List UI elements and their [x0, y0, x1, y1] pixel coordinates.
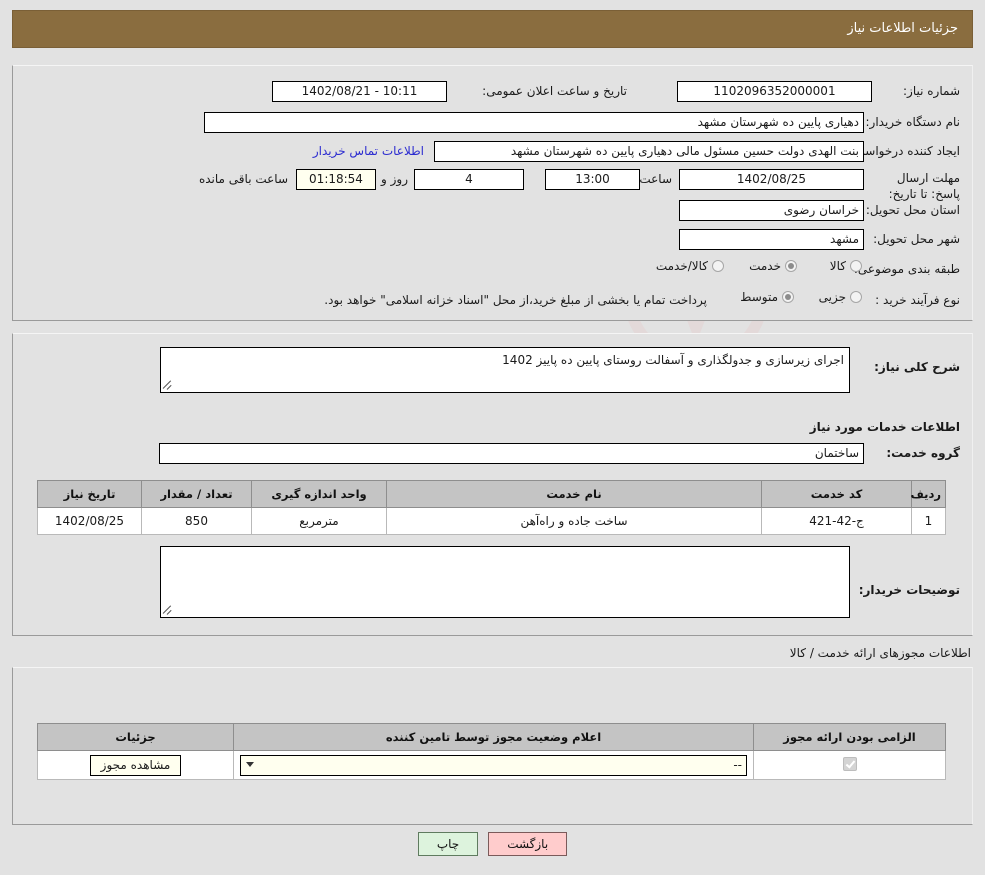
col-name: نام خدمت [386, 480, 762, 508]
cell-date: 1402/08/25 [37, 507, 142, 535]
col-date: تاریخ نیاز [37, 480, 142, 508]
buyer-contact-link[interactable]: اطلاعات تماس خرید‌ار [313, 144, 424, 158]
cell-code: ج-42-421 [761, 507, 912, 535]
creator-value: بنت الهدی دولت حسین مسئول مالی دهیاری پا… [434, 141, 864, 162]
province-label: استان محل تحویل: [865, 203, 960, 217]
cell-name: ساخت جاده و راه‌آهن [386, 507, 762, 535]
permits-section-note: اطلاعات مجوزهای ارائه خدمت / کالا [789, 646, 971, 660]
summary-value: اجرای زیرسازی و جدولگذاری و آسفالت روستا… [502, 353, 844, 367]
print-button[interactable]: چاپ [417, 832, 479, 856]
radio-icon[interactable] [850, 260, 862, 272]
cell-permit-status: -- [233, 750, 754, 780]
buyer-notes-textarea[interactable] [160, 546, 850, 618]
chevron-down-icon [246, 761, 254, 767]
table-row: 1 ج-42-421 ساخت جاده و راه‌آهن مترمربع 8… [37, 507, 946, 535]
deadline-label: مهلت ارسال پاسخ: تا تاریخ: [888, 171, 960, 201]
radio-icon[interactable] [712, 260, 724, 272]
payment-note: پرداخت تمام یا بخشی از مبلغ خرید،از محل … [324, 293, 707, 307]
need-number-value: 1102096352000001 [677, 81, 872, 102]
resize-grip-icon[interactable] [163, 605, 174, 616]
page-header-bar: جزئیات اطلاعات نیاز [12, 10, 973, 48]
services-heading: اطلاعات خدمات مورد نیاز [809, 420, 960, 434]
process-option-jozi[interactable]: جزیی [819, 290, 862, 304]
buyer-org-label: نام دستگاه خریدار: [865, 115, 961, 129]
remaining-days-value: 4 [414, 169, 524, 190]
cell-qty: 850 [141, 507, 252, 535]
city-value: مشهد [679, 229, 864, 250]
col-row: ردیف [910, 480, 946, 508]
category-option-khedmat[interactable]: خدمت [749, 259, 797, 273]
days-and-label: روز و [381, 172, 408, 186]
hour-label: ساعت [639, 172, 672, 186]
creator-label: ایجاد کننده درخواست: [849, 144, 960, 158]
radio-icon[interactable] [850, 291, 862, 303]
table-row: -- مشاهده مجوز [37, 750, 946, 780]
category-option-label: کالا/خدمت [655, 259, 708, 273]
process-option-motavaset[interactable]: متوسط [740, 290, 794, 304]
col-code: کد خدمت [761, 480, 912, 508]
deadline-date-value: 1402/08/25 [679, 169, 864, 190]
col-permit-required: الزامی بودن ارائه مجوز [753, 723, 946, 751]
countdown-timer-value: 01:18:54 [296, 169, 376, 190]
resize-grip-icon[interactable] [163, 380, 174, 391]
page-title: جزئیات اطلاعات نیاز [847, 21, 958, 36]
buyer-notes-label: توضیحات خریدار: [858, 583, 960, 597]
summary-label: شرح کلی نیاز: [874, 360, 960, 374]
deadline-time-value: 13:00 [545, 169, 640, 190]
cell-unit: مترمربع [251, 507, 387, 535]
category-option-kala-khedmat[interactable]: کالا/خدمت [656, 259, 724, 273]
permits-table: الزامی بودن ارائه مجوز اعلام وضعیت مجوز … [37, 723, 946, 780]
view-permit-button[interactable]: مشاهده مجوز [89, 754, 182, 776]
public-announce-value: 1402/08/21 - 10:11 [272, 81, 447, 102]
radio-icon[interactable] [785, 260, 797, 272]
category-option-label: کالا [829, 259, 846, 273]
summary-textarea[interactable]: اجرای زیرسازی و جدولگذاری و آسفالت روستا… [160, 347, 850, 393]
need-info-panel: شماره نیاز: 1102096352000001 تاریخ و ساع… [12, 65, 973, 321]
cell-row: 1 [911, 507, 946, 535]
permit-status-select[interactable]: -- [240, 754, 747, 776]
remaining-hours-label: ساعت باقی مانده [198, 172, 288, 186]
process-option-label: جزیی [818, 290, 846, 304]
back-button[interactable]: بازگشت [488, 832, 568, 856]
col-permit-status: اعلام وضعیت مجوز توسط تامین کننده [233, 723, 754, 751]
province-value: خراسان رضوی [679, 200, 864, 221]
cell-permit-required [753, 750, 946, 780]
need-number-label: شماره نیاز: [903, 84, 960, 98]
permits-panel: الزامی بودن ارائه مجوز اعلام وضعیت مجوز … [12, 667, 973, 825]
process-option-label: متوسط [740, 290, 778, 304]
service-group-label: گروه خدمت: [886, 446, 960, 460]
col-unit: واحد اندازه گیری [251, 480, 387, 508]
permit-status-value: -- [733, 757, 742, 772]
radio-icon[interactable] [782, 291, 794, 303]
service-group-value: ساختمان [159, 443, 864, 464]
permit-required-checkbox-icon [842, 756, 857, 771]
col-permit-details: جزئیات [37, 723, 234, 751]
city-label: شهر محل تحویل: [873, 232, 960, 246]
col-qty: تعداد / مقدار [141, 480, 252, 508]
public-announce-label: تاریخ و ساعت اعلان عمومی: [482, 84, 627, 98]
table-header-row: ردیف کد خدمت نام خدمت واحد اندازه گیری ت… [37, 480, 946, 508]
category-option-label: خدمت [749, 259, 781, 273]
category-option-kala[interactable]: کالا [830, 259, 862, 273]
category-label: طبقه بندی موضوعی: [853, 262, 960, 276]
table-header-row: الزامی بودن ارائه مجوز اعلام وضعیت مجوز … [37, 723, 946, 751]
footer-actions: بازگشت چاپ [0, 832, 985, 856]
buyer-org-value: دهیاری پایین ده شهرستان مشهد [204, 112, 864, 133]
process-label: نوع فرآیند خرید : [875, 293, 960, 307]
need-detail-panel: شرح کلی نیاز: اجرای زیرسازی و جدولگذاری … [12, 333, 973, 636]
cell-permit-details: مشاهده مجوز [37, 750, 234, 780]
services-table: ردیف کد خدمت نام خدمت واحد اندازه گیری ت… [37, 480, 946, 535]
